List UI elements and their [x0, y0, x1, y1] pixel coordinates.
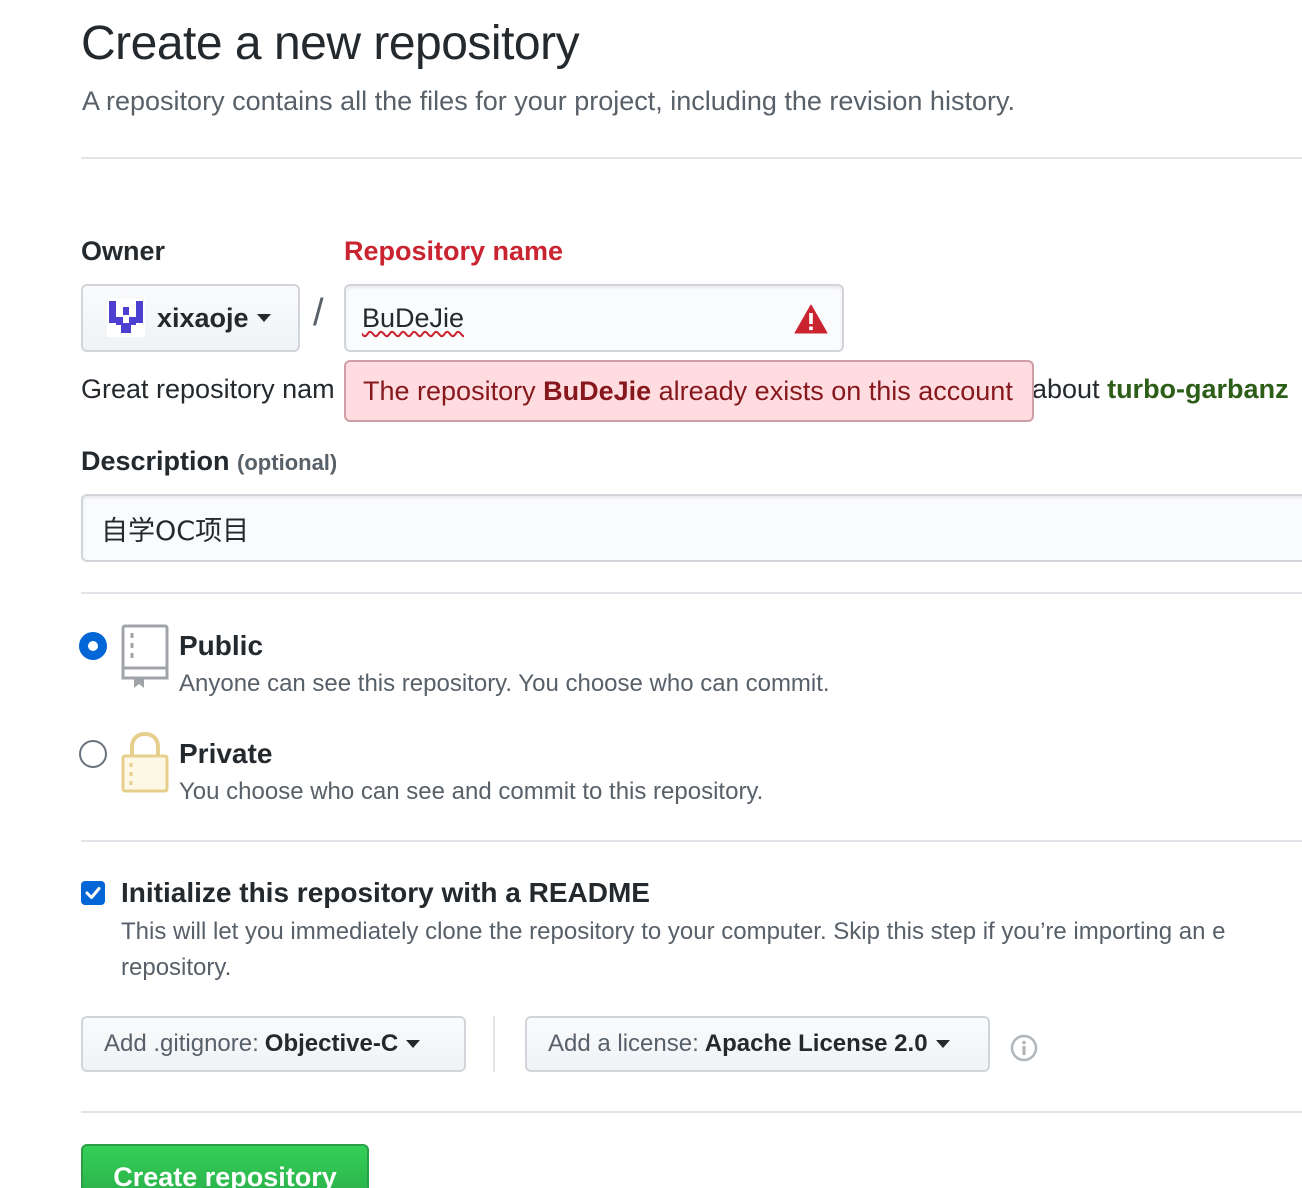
gitignore-select-button[interactable]: Add .gitignore: Objective-C: [81, 1016, 466, 1072]
info-icon[interactable]: [1010, 1034, 1038, 1062]
page-subtitle: A repository contains all the files for …: [82, 86, 1015, 116]
divider-middle: [81, 592, 1302, 594]
suggestion-text-right: about turbo-garbanz: [1032, 374, 1289, 405]
error-suffix: already exists on this account: [651, 375, 1013, 406]
create-repository-button[interactable]: Create repository: [81, 1144, 369, 1188]
page: Create a new repository A repository con…: [0, 0, 1302, 1188]
description-input[interactable]: 自学OC项目: [81, 494, 1302, 562]
readme-description: This will let you immediately clone the …: [121, 914, 1302, 986]
private-title: Private: [179, 738, 273, 769]
suggested-name-link[interactable]: turbo-garbanz: [1107, 374, 1289, 404]
description-input-value: 自学OC项目: [101, 515, 250, 547]
repo-name-label: Repository name: [344, 236, 564, 266]
repo-name-input[interactable]: BuDeJie: [344, 284, 844, 352]
license-select-button[interactable]: Add a license: Apache License 2.0: [525, 1016, 990, 1072]
repo-name-error-tooltip: The repository BuDeJie already exists on…: [344, 360, 1034, 422]
gitignore-prefix: Add .gitignore:: [104, 1030, 259, 1057]
private-radio[interactable]: [79, 740, 107, 768]
divider-top: [81, 157, 1302, 159]
description-optional: (optional): [237, 450, 338, 475]
divider-lower: [81, 840, 1302, 842]
repo-name-input-value: BuDeJie: [362, 302, 465, 333]
owner-label: Owner: [81, 236, 166, 266]
warning-icon: [794, 304, 828, 334]
description-label-text: Description: [81, 446, 230, 476]
error-prefix: The repository: [363, 375, 544, 406]
license-prefix: Add a license:: [548, 1030, 699, 1057]
suggestion-text-left: Great repository nam: [81, 374, 335, 404]
divider-bottom: [81, 1111, 1302, 1113]
readme-checkbox[interactable]: [81, 881, 105, 905]
readme-description-line1: This will let you immediately clone the …: [121, 918, 1226, 945]
owner-avatar-icon: [107, 299, 145, 337]
owner-repo-separator: /: [313, 292, 324, 334]
license-value: Apache License 2.0: [704, 1030, 928, 1057]
readme-title: Initialize this repository with a README: [121, 877, 650, 908]
suggestion-about: about: [1032, 374, 1108, 404]
lock-icon: [121, 732, 169, 793]
chevron-down-icon: [256, 314, 271, 322]
private-description: You choose who can see and commit to thi…: [179, 778, 764, 805]
error-repo-name: BuDeJie: [543, 375, 652, 406]
public-description: Anyone can see this repository. You choo…: [179, 670, 830, 697]
public-radio[interactable]: [79, 632, 107, 660]
gitignore-value: Objective-C: [264, 1030, 399, 1057]
chevron-down-icon: [935, 1040, 950, 1048]
readme-description-line2: repository.: [121, 954, 232, 981]
owner-select-button[interactable]: xixaoje: [81, 284, 300, 352]
public-title: Public: [179, 630, 264, 661]
owner-name: xixaoje: [157, 302, 249, 333]
book-icon: [121, 624, 169, 688]
page-title: Create a new repository: [81, 17, 580, 70]
select-separator: [493, 1016, 495, 1072]
checkbox-check-icon: [85, 887, 101, 899]
chevron-down-icon: [406, 1040, 421, 1048]
description-label: Description (optional): [81, 446, 337, 477]
